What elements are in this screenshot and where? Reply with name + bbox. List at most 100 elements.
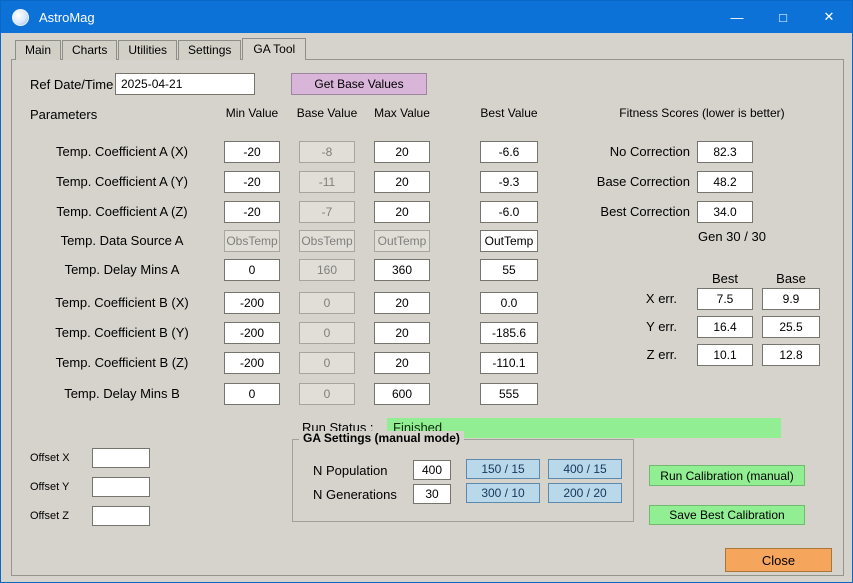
param-max-input[interactable]	[374, 383, 430, 405]
minimize-button[interactable]: —	[714, 1, 760, 33]
param-label: Temp. Coefficient A (Y)	[22, 174, 222, 189]
param-label: Temp. Delay Mins B	[22, 386, 222, 401]
param-max-input[interactable]	[374, 352, 430, 374]
param-min-input[interactable]	[224, 352, 280, 374]
preset-200-20-button[interactable]: 200 / 20	[548, 483, 622, 503]
z-err-base-value	[762, 344, 820, 366]
param-base-input	[299, 171, 355, 193]
param-label: Temp. Coefficient B (Y)	[22, 325, 222, 340]
param-max-input[interactable]	[374, 322, 430, 344]
fitness-scores-header: Fitness Scores (lower is better)	[567, 106, 837, 120]
param-max-input[interactable]	[374, 201, 430, 223]
ref-datetime-label: Ref Date/Time	[30, 77, 113, 92]
param-best-input[interactable]	[480, 322, 538, 344]
tab-ga-tool[interactable]: GA Tool	[242, 38, 306, 60]
param-base-input	[299, 292, 355, 314]
window-title: AstroMag	[39, 10, 95, 25]
param-base-input	[299, 383, 355, 405]
param-base-input	[299, 322, 355, 344]
app-window: AstroMag — □ ✕ Main Charts Utilities Set…	[0, 0, 853, 583]
param-best-input[interactable]	[480, 141, 538, 163]
param-min-input[interactable]	[224, 171, 280, 193]
param-min-input[interactable]	[224, 322, 280, 344]
y-err-base-value	[762, 316, 820, 338]
run-calibration-button[interactable]: Run Calibration (manual)	[649, 465, 805, 486]
param-label: Temp. Data Source A	[22, 233, 222, 248]
parameters-header: Parameters	[30, 107, 97, 122]
maximize-button[interactable]: □	[760, 1, 806, 33]
ref-datetime-input[interactable]	[115, 73, 255, 95]
param-min-input[interactable]	[224, 383, 280, 405]
no-correction-label: No Correction	[542, 144, 690, 159]
preset-300-10-button[interactable]: 300 / 10	[466, 483, 540, 503]
param-max-input[interactable]	[374, 259, 430, 281]
get-base-values-button[interactable]: Get Base Values	[291, 73, 427, 95]
ga-tool-panel: Ref Date/Time Get Base Values Parameters…	[11, 59, 844, 576]
base-correction-label: Base Correction	[542, 174, 690, 189]
save-best-calibration-button[interactable]: Save Best Calibration	[649, 505, 805, 525]
app-icon	[12, 9, 29, 26]
offset-x-label: Offset X	[30, 452, 70, 464]
param-min-input[interactable]	[224, 201, 280, 223]
max-value-header: Max Value	[354, 106, 450, 120]
n-population-label: N Population	[313, 463, 387, 478]
n-generations-input[interactable]	[413, 484, 451, 504]
preset-400-15-button[interactable]: 400 / 15	[548, 459, 622, 479]
generation-counter: Gen 30 / 30	[698, 229, 766, 244]
n-population-input[interactable]	[413, 460, 451, 480]
no-correction-value	[697, 141, 753, 163]
param-base-input	[299, 230, 355, 252]
close-button[interactable]: Close	[725, 548, 832, 572]
x-err-label: X err.	[557, 291, 677, 306]
param-best-input[interactable]	[480, 171, 538, 193]
param-base-input	[299, 141, 355, 163]
z-err-best-value	[697, 344, 753, 366]
param-min-input[interactable]	[224, 141, 280, 163]
param-best-input[interactable]	[480, 201, 538, 223]
param-min-input[interactable]	[224, 259, 280, 281]
x-err-best-value	[697, 288, 753, 310]
base-correction-value	[697, 171, 753, 193]
ga-settings-title: GA Settings (manual mode)	[299, 431, 464, 445]
y-err-best-value	[697, 316, 753, 338]
tab-main[interactable]: Main	[15, 40, 61, 60]
best-correction-label: Best Correction	[542, 204, 690, 219]
offset-y-label: Offset Y	[30, 481, 69, 493]
offset-x-input[interactable]	[92, 448, 150, 468]
param-best-input[interactable]	[480, 352, 538, 374]
offset-y-input[interactable]	[92, 477, 150, 497]
offset-z-label: Offset Z	[30, 510, 69, 522]
x-err-base-value	[762, 288, 820, 310]
param-best-input[interactable]	[480, 230, 538, 252]
param-max-input[interactable]	[374, 141, 430, 163]
param-min-input[interactable]	[224, 292, 280, 314]
z-err-label: Z err.	[557, 347, 677, 362]
param-max-input[interactable]	[374, 171, 430, 193]
param-label: Temp. Delay Mins A	[22, 262, 222, 277]
param-base-input	[299, 259, 355, 281]
param-max-input[interactable]	[374, 292, 430, 314]
close-window-button[interactable]: ✕	[806, 1, 852, 33]
err-best-column-header: Best	[697, 271, 753, 286]
tab-bar: Main Charts Utilities Settings GA Tool	[15, 38, 307, 60]
param-max-input	[374, 230, 430, 252]
window-controls: — □ ✕	[714, 1, 852, 33]
param-best-input[interactable]	[480, 259, 538, 281]
err-base-column-header: Base	[762, 271, 820, 286]
param-base-input	[299, 201, 355, 223]
param-label: Temp. Coefficient A (Z)	[22, 204, 222, 219]
param-label: Temp. Coefficient A (X)	[22, 144, 222, 159]
param-best-input[interactable]	[480, 292, 538, 314]
titlebar: AstroMag — □ ✕	[1, 1, 852, 33]
preset-150-15-button[interactable]: 150 / 15	[466, 459, 540, 479]
offset-z-input[interactable]	[92, 506, 150, 526]
param-label: Temp. Coefficient B (X)	[22, 295, 222, 310]
tab-charts[interactable]: Charts	[62, 40, 117, 60]
param-label: Temp. Coefficient B (Z)	[22, 355, 222, 370]
tab-settings[interactable]: Settings	[178, 40, 241, 60]
y-err-label: Y err.	[557, 319, 677, 334]
tab-utilities[interactable]: Utilities	[118, 40, 177, 60]
best-correction-value	[697, 201, 753, 223]
ga-settings-group: GA Settings (manual mode) N Population 1…	[292, 439, 634, 522]
param-best-input[interactable]	[480, 383, 538, 405]
